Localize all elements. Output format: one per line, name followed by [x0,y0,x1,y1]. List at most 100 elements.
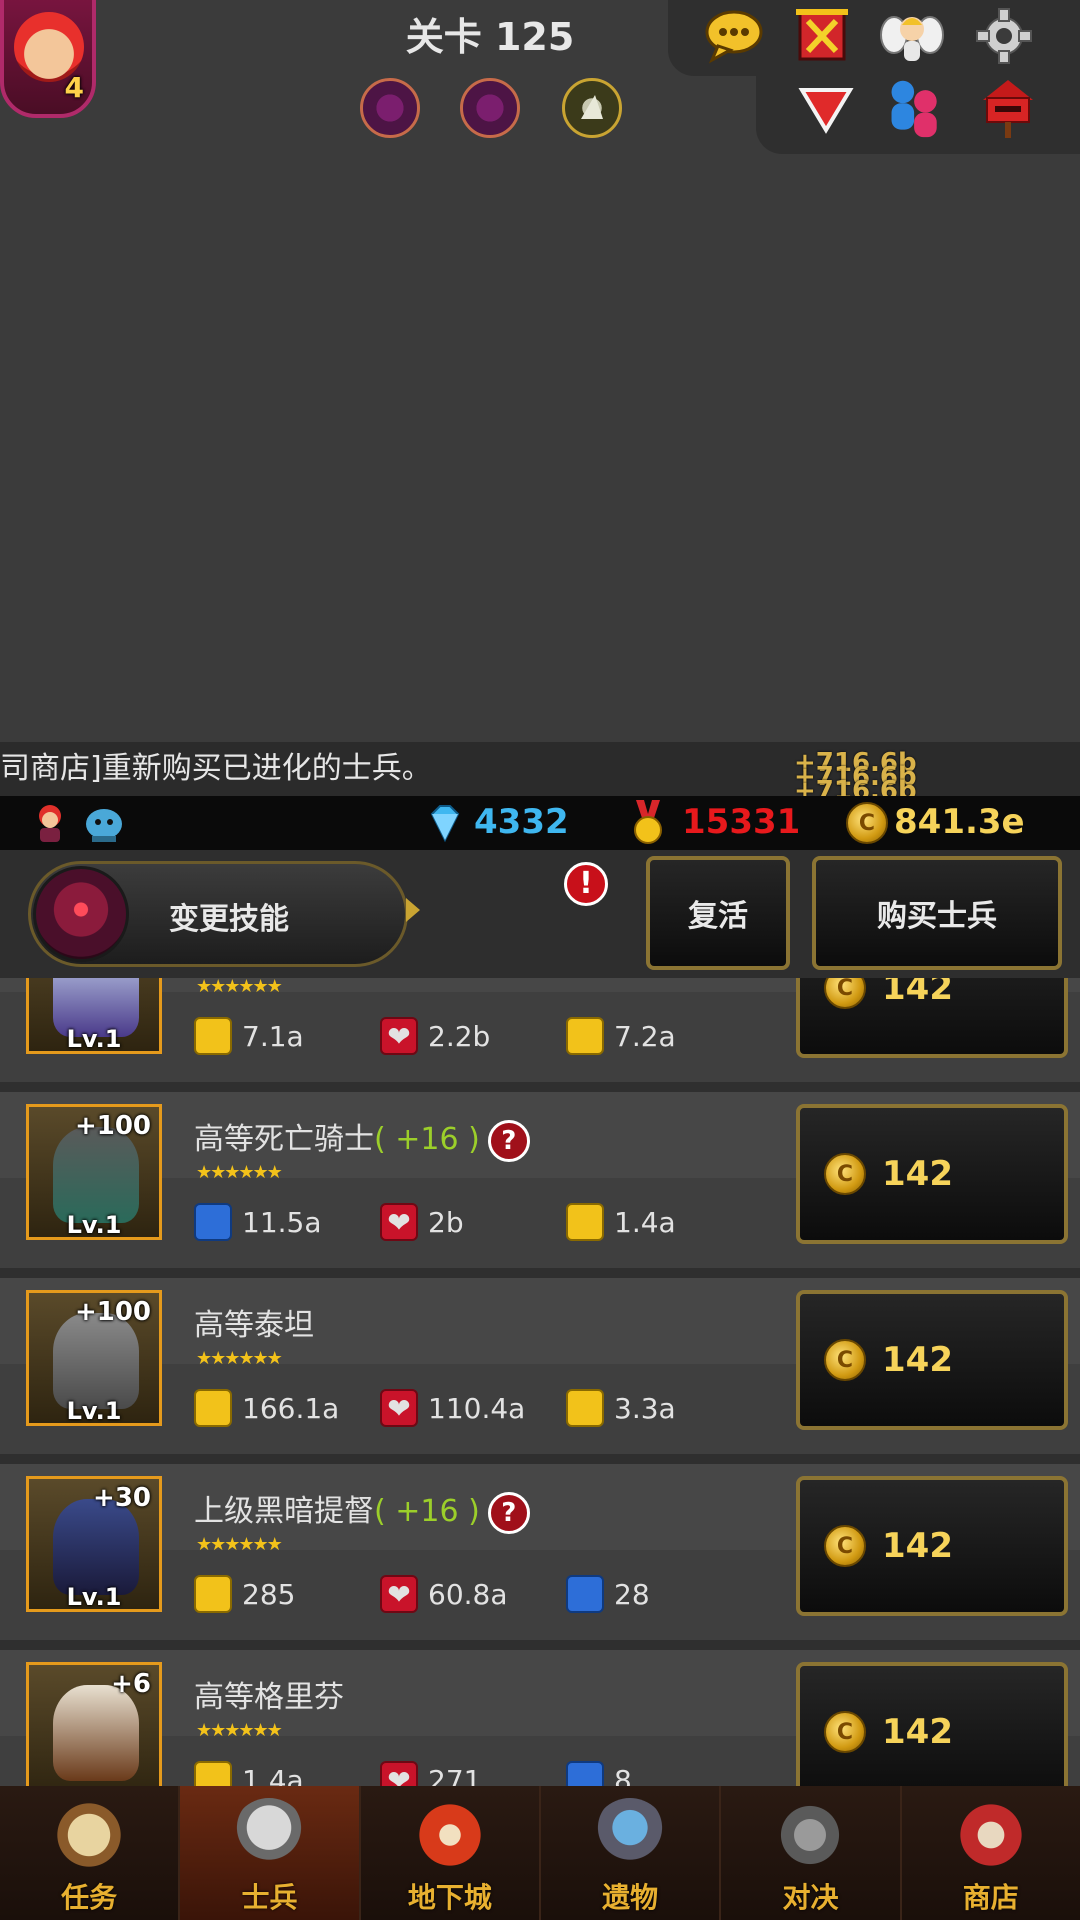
crossed-swords-icon [773,1798,848,1872]
soldier-figure [53,1127,139,1223]
medal-icon [630,800,666,846]
nav-shop[interactable]: 商店 [902,1786,1080,1920]
friends-icon[interactable] [884,76,948,140]
defense-stat: 8 [566,1758,632,1786]
nav-label: 对决 [782,1881,839,1914]
soldier-row: +100 Lv.1 高等泰坦 ★★★★★★ 166.1a ❤ 110.4a 3.3… [0,1278,1080,1464]
revive-button[interactable]: 复活 [646,856,790,970]
soldier-name: 高等格里芬 [194,1680,344,1715]
soldier-portrait[interactable]: Lv.1 [26,978,162,1054]
arrow-buff-icon[interactable] [562,78,622,138]
gold-coin-icon: C [824,1525,866,1567]
heart-icon: ❤ [380,1203,418,1241]
soldier-portrait[interactable]: +6 [26,1662,162,1786]
soldier-price: 142 [882,978,953,1008]
gear-icon[interactable] [972,4,1036,68]
shield-icon [566,1575,604,1613]
soldier-level: Lv.1 [66,1025,122,1053]
soldier-row: +30 Lv.1 上级黑暗提督( +16 )? ★★★★★★ 285 ❤ 60.8… [0,1464,1080,1650]
defense-stat: 1.4a [566,1200,676,1244]
nav-quests[interactable]: 任务 [0,1786,181,1920]
heart-icon: ❤ [380,1761,418,1786]
heart-icon: ❤ [380,1575,418,1613]
gold-coin-icon: C [824,1711,866,1753]
mini-hero-icon [30,802,70,844]
soldier-row: Lv.1 ★★★★★★ 7.1a ❤ 2.2b 7.2a C 142 [0,978,1080,1092]
defense-stat: 7.2a [566,1014,676,1058]
soldier-bonus: ( +16 ) [374,1122,480,1157]
mailbox-icon[interactable] [976,76,1040,140]
soldier-name: 高等泰坦 [194,1308,314,1343]
shield-icon [566,1761,604,1786]
chevron-right-icon [406,898,420,922]
soldier-name: 高等死亡骑士( +16 )? [194,1114,530,1162]
info-icon[interactable]: ? [487,1491,530,1534]
gold-coin-icon: C [824,1339,866,1381]
buy-soldier-button[interactable]: 购买士兵 [812,856,1062,970]
heart-icon: ❤ [380,1389,418,1427]
nav-soldiers[interactable]: 士兵 [180,1786,361,1920]
heart-icon: ❤ [380,1017,418,1055]
angel-icon[interactable] [880,4,944,68]
soldier-plus-badge: +100 [74,1111,151,1141]
nav-label: 地下城 [407,1881,492,1914]
soldier-bonus: ( +16 ) [374,1494,480,1529]
guild-banner-icon[interactable] [790,4,854,68]
nav-duel[interactable]: 对决 [721,1786,902,1920]
bottom-nav: 任务 士兵 地下城 遗物 对决 商店 [0,1786,1080,1920]
hp-stat: ❤ 2b [380,1200,464,1244]
shield-icon [566,1389,604,1427]
buy-soldier-label: 购买士兵 [877,899,997,934]
medal-count: 15331 [682,802,801,842]
shield-icon [566,1203,604,1241]
soldier-buy-button[interactable]: C 142 [796,1476,1068,1616]
nav-label: 任务 [61,1881,118,1914]
magic-wand-icon [194,1203,232,1241]
soldier-buy-button[interactable]: C 142 [796,1104,1068,1244]
sword-icon [194,1575,232,1613]
gold-coin-icon: C [846,802,888,844]
info-icon[interactable]: ? [487,1119,530,1162]
sword-icon [194,1017,232,1055]
soldier-list[interactable]: Lv.1 ★★★★★★ 7.1a ❤ 2.2b 7.2a C 142 +100 Lv… [0,978,1080,1786]
soldier-portrait[interactable]: +30 Lv.1 [26,1476,162,1612]
soldier-level: Lv.1 [66,1583,122,1611]
soldier-row: +6 高等格里芬 ★★★★★★ 1.4a ❤ 271 8 C 142 [0,1650,1080,1786]
soldier-buy-button[interactable]: C 142 [796,978,1068,1058]
change-skill-button[interactable]: 变更技能 [28,861,408,967]
nav-label: 士兵 [241,1881,298,1914]
gold-count: 841.3e [894,802,1025,842]
collapse-triangle-icon[interactable] [794,78,858,142]
notice-text: 司商店]重新购买已进化的士兵。 [0,751,432,786]
relic-orb-icon [593,1798,668,1872]
mini-pet-icon [82,802,126,844]
soldier-level: Lv.1 [66,1211,122,1239]
soldier-stars: ★★★★★★ [196,1348,283,1369]
soldier-buy-button[interactable]: C 142 [796,1290,1068,1430]
curse-buff-icon[interactable] [360,78,420,138]
nav-dungeon[interactable]: 地下城 [361,1786,541,1920]
soldier-price: 142 [882,1526,953,1566]
defense-stat: 3.3a [566,1386,676,1430]
soldier-portrait[interactable]: +100 Lv.1 [26,1104,162,1240]
chat-icon[interactable] [702,4,766,68]
soldier-stars: ★★★★★★ [196,978,283,997]
nav-relics[interactable]: 遗物 [541,1786,722,1920]
soldier-figure [53,1499,139,1595]
soldier-stars: ★★★★★★ [196,1720,283,1741]
soldier-plus-badge: +6 [111,1669,151,1699]
soldier-helmet-icon [232,1798,307,1872]
sword-icon [194,1389,232,1427]
gem-icon [424,802,466,844]
soldier-plus-badge: +30 [93,1483,151,1513]
soldier-buy-button[interactable]: C 142 [796,1662,1068,1786]
curse-buff-icon[interactable] [460,78,520,138]
hp-stat: ❤ 271 [380,1758,481,1786]
soldier-figure [53,1685,139,1781]
attack-stat: 11.5a [194,1200,322,1244]
resource-bar: 4332 15331 C 841.3e [0,796,1080,850]
hp-stat: ❤ 110.4a [380,1386,525,1430]
soldier-portrait[interactable]: +100 Lv.1 [26,1290,162,1426]
gem-count: 4332 [474,802,569,842]
nav-label: 遗物 [602,1881,659,1914]
